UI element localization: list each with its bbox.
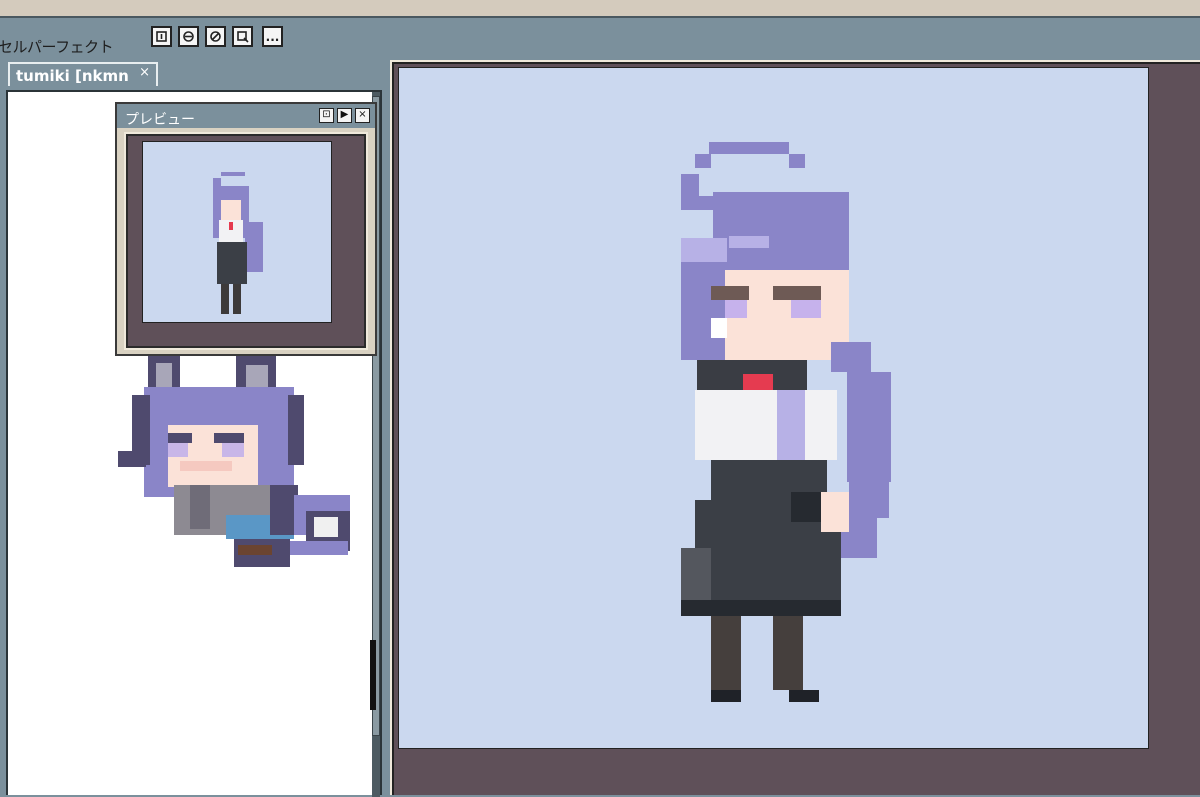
main-editor-area[interactable] — [390, 60, 1200, 795]
tab-tumiki[interactable]: tumiki [nkmn × — [8, 62, 158, 86]
layer-zoom-icon — [237, 31, 249, 43]
preview-frame — [126, 134, 366, 348]
pixel-canvas[interactable] — [398, 67, 1149, 749]
character-sprite[interactable] — [681, 142, 921, 702]
preview-window[interactable]: プレビュー ⊡ ▶ × — [115, 102, 377, 356]
cat-girl-sprite-thumbnail[interactable] — [118, 355, 358, 575]
preview-canvas — [142, 141, 332, 323]
layer-add-button[interactable] — [151, 26, 172, 47]
fit-icon[interactable]: ⊡ — [319, 108, 334, 123]
layer-clear-button[interactable] — [205, 26, 226, 47]
layer-zoom-button[interactable] — [232, 26, 253, 47]
layer-add-icon — [156, 31, 167, 42]
cel-toolbar: セルパーフェクト ... — [0, 26, 390, 56]
tab-close-icon[interactable]: × — [139, 65, 150, 80]
toolbar-label: セルパーフェクト — [0, 38, 114, 56]
window-top-bar — [0, 0, 1200, 18]
tab-title: tumiki [nkmn — [16, 67, 129, 85]
close-icon[interactable]: × — [355, 108, 370, 123]
layer-merge-icon — [183, 31, 194, 42]
preview-sprite — [213, 172, 263, 314]
preview-titlebar[interactable]: プレビュー ⊡ ▶ × — [117, 104, 375, 128]
more-icon: ... — [265, 29, 280, 44]
layer-merge-button[interactable] — [178, 26, 199, 47]
preview-title: プレビュー — [125, 112, 195, 128]
scrollbar-end — [370, 640, 376, 710]
play-icon[interactable]: ▶ — [337, 108, 352, 123]
layer-clear-icon — [210, 31, 221, 42]
toolbar-more-button[interactable]: ... — [262, 26, 283, 47]
